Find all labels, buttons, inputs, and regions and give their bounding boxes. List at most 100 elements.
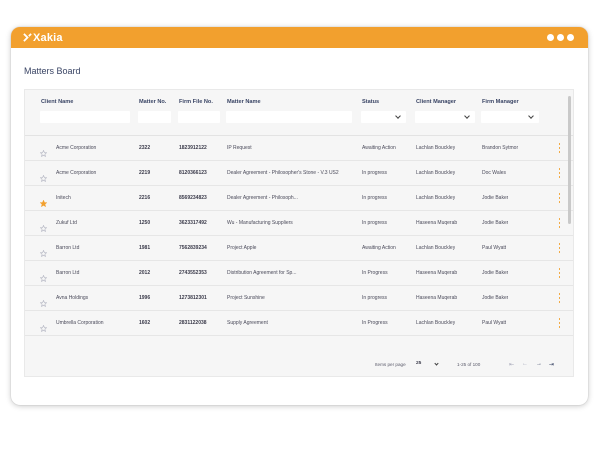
table-row[interactable]: Initech 2216 8569234823 Dealer Agreement… [25,186,573,211]
next-page-icon[interactable]: → [536,361,542,367]
kebab-icon[interactable] [558,293,561,303]
client-manager: Lachlan Bouckley [416,195,456,201]
kebab-dot [558,318,561,320]
firm-file-no: 2831122038 [179,320,207,326]
col-matter-no[interactable]: Matter No. [139,99,166,105]
star-icon[interactable] [39,144,48,158]
client-name: Initech [56,195,71,201]
matter-name[interactable]: Project Apple [227,245,355,251]
kebab-dot [558,176,561,178]
kebab-dot [558,293,561,295]
star-icon[interactable] [39,319,48,333]
matter-name[interactable]: Project Sunshine [227,295,355,301]
status-filter-select[interactable] [361,111,406,123]
star-icon[interactable] [39,269,48,283]
kebab-dot [558,243,561,245]
status: In progress [362,220,388,226]
matter-name[interactable]: Dealer Agreement - Philosoph... [227,195,355,201]
matter-name[interactable]: Distribution Agreement for Sp... [227,270,355,276]
status: Awaiting Action [362,245,396,251]
matter-name[interactable]: Supply Agreement [227,320,355,326]
kebab-dot [558,197,561,199]
dot [557,34,564,41]
star-icon[interactable] [39,219,48,233]
kebab-dot [558,168,561,170]
col-client-manager[interactable]: Client Manager [416,99,456,105]
col-status[interactable]: Status [362,99,379,105]
firm-file-no: 8120366123 [179,170,207,176]
kebab-icon[interactable] [558,143,561,153]
client-name-filter-input[interactable] [40,111,130,123]
app-logo[interactable]: Xakia [23,32,63,44]
kebab-dot [558,326,561,328]
items-per-page-label: Items per page [375,362,406,367]
star-icon[interactable] [39,169,48,183]
kebab-dot [558,143,561,145]
kebab-dot [558,222,561,224]
client-manager: Haseena Muqerab [416,220,458,226]
table-row[interactable]: Acme Corporation 2219 8120366123 Dealer … [25,161,573,186]
matter-no: 2322 [139,145,151,151]
star-icon[interactable] [39,194,48,208]
kebab-icon[interactable] [558,318,561,328]
kebab-icon[interactable] [558,168,561,178]
matter-name[interactable]: Wu - Manufacturing Suppliers [227,220,355,226]
table-row[interactable]: Barron Ltd 2012 2743552353 Distribution … [25,261,573,286]
star-icon[interactable] [39,294,48,308]
last-page-icon[interactable]: ⇥ [549,361,554,368]
firm-manager-filter-select[interactable] [481,111,539,123]
client-name: Avna Holdings [56,295,89,301]
table-row[interactable]: Barron Ltd 1981 7562839234 Project Apple… [25,236,573,261]
app-window: Xakia Matters Board Client Name Matter N… [11,27,588,405]
firm-manager: Paul Wyatt [482,320,507,326]
client-name: Umbrella Corporation [56,320,104,326]
first-page-icon[interactable]: ⇤ [509,361,514,368]
col-client-name[interactable]: Client Name [41,99,73,105]
matter-no: 1602 [139,320,151,326]
kebab-icon[interactable] [558,268,561,278]
table-header: Client Name Matter No. Firm File No. Mat… [25,90,573,136]
firm-file-no: 1823912122 [179,145,207,151]
matter-no: 1250 [139,220,151,226]
kebab-dot [558,226,561,228]
status: In Progress [362,270,388,276]
matter-name[interactable]: Dealer Agreement - Philosopher's Stone -… [227,170,355,176]
client-manager-filter-select[interactable] [415,111,475,123]
table-row[interactable]: Zukuf Ltd 1250 3623317492 Wu - Manufactu… [25,211,573,236]
title-bar: Xakia [11,27,588,48]
col-firm-file-no[interactable]: Firm File No. [179,99,213,105]
x-logo-icon [23,33,32,42]
status: In Progress [362,320,388,326]
chevron-down-icon[interactable] [434,361,439,366]
firm-manager: Jodie Baker [482,220,509,226]
table-row[interactable]: Acme Corporation 2322 1823912122 IP Requ… [25,136,573,161]
matter-name-filter-input[interactable] [226,111,352,123]
status: Awaiting Action [362,145,396,151]
prev-page-icon[interactable]: ← [522,361,528,367]
table-scrollbar[interactable] [568,96,571,224]
table-row[interactable]: Umbrella Corporation 1602 2831122038 Sup… [25,311,573,336]
firm-file-no-filter-input[interactable] [178,111,220,123]
matter-name[interactable]: IP Request [227,145,355,151]
kebab-icon[interactable] [558,218,561,228]
matter-no-filter-input[interactable] [138,111,171,123]
logo-text: Xakia [33,31,63,44]
matter-no: 2216 [139,195,151,201]
firm-manager: Jodie Baker [482,270,509,276]
table-row[interactable]: Avna Holdings 1996 1273812301 Project Su… [25,286,573,311]
status: In progress [362,295,388,301]
kebab-dot [558,247,561,249]
client-manager: Lachlan Bouckley [416,145,456,151]
firm-manager: Doc Wales [482,170,506,176]
kebab-dot [558,297,561,299]
items-per-page-select[interactable]: 25 [416,361,421,366]
three-dots-icon[interactable] [547,34,574,41]
kebab-dot [558,251,561,253]
kebab-icon[interactable] [558,243,561,253]
col-matter-name[interactable]: Matter Name [227,99,261,105]
firm-file-no: 3623317492 [179,220,207,226]
kebab-icon[interactable] [558,193,561,203]
star-icon[interactable] [39,244,48,258]
col-firm-manager[interactable]: Firm Manager [482,99,519,105]
firm-manager: Jodie Baker [482,195,509,201]
